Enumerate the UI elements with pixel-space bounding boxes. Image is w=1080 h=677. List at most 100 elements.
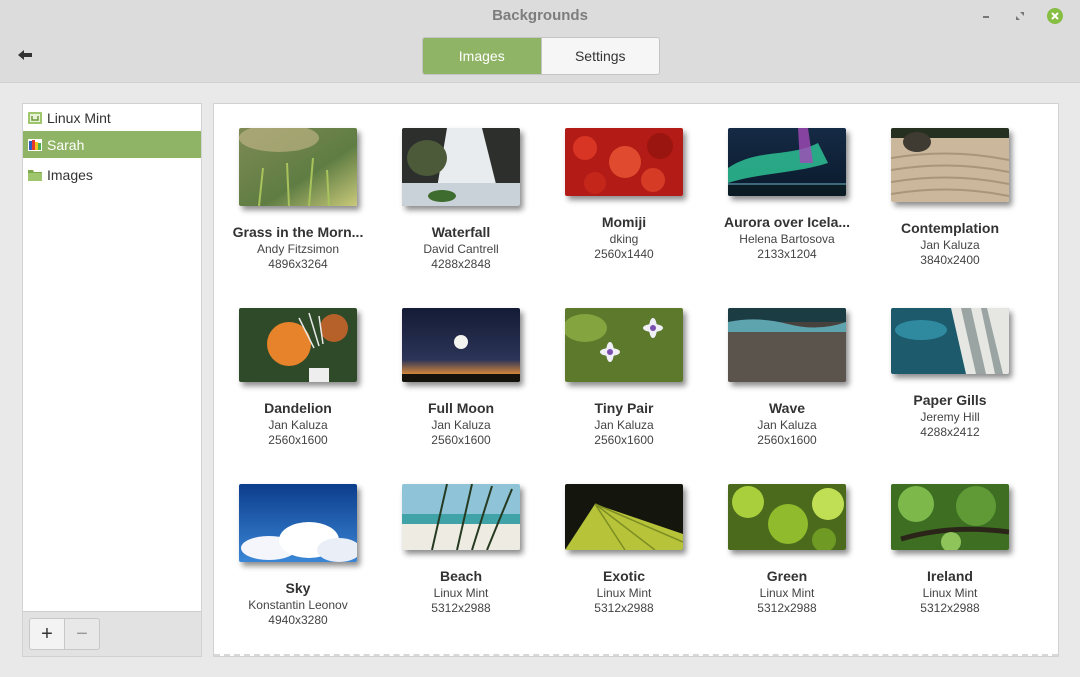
wallpaper-author: dking [609, 232, 639, 246]
image-folder-icon [28, 138, 42, 151]
wallpaper-author: Jan Kaluza [757, 418, 817, 432]
maximize-button[interactable] [1010, 6, 1030, 26]
add-folder-button[interactable]: + [29, 618, 65, 650]
wallpaper-title: Beach [439, 568, 483, 584]
wallpaper-tile-paper-gills[interactable]: Paper Gills Jeremy Hill 4288x2412 [869, 308, 1031, 439]
maximize-icon [1016, 12, 1024, 20]
wallpaper-title: Grass in the Morn... [232, 224, 364, 240]
wallpaper-resolution: 4896x3264 [268, 257, 328, 271]
wallpaper-thumbnail [239, 308, 357, 382]
close-button[interactable] [1045, 6, 1065, 26]
wallpaper-title: Green [766, 568, 808, 584]
sidebar-item-label: Images [47, 166, 93, 183]
wallpaper-thumbnail [565, 484, 683, 550]
wallpaper-resolution: 3840x2400 [920, 253, 980, 267]
wallpaper-thumbnail [728, 128, 846, 196]
sidebar-item-images[interactable]: Images [23, 161, 201, 188]
wallpaper-tile-momiji[interactable]: Momiji dking 2560x1440 [543, 128, 705, 261]
wallpaper-resolution: 4288x2848 [431, 257, 491, 271]
wallpaper-tile-contemplation[interactable]: Contemplation Jan Kaluza 3840x2400 [869, 128, 1031, 267]
wallpaper-tile-wave[interactable]: Wave Jan Kaluza 2560x1600 [706, 308, 868, 447]
wallpaper-title: Wave [768, 400, 806, 416]
wallpaper-thumbnail [728, 308, 846, 382]
minimize-button[interactable] [976, 6, 996, 26]
wallpaper-author: Andy Fitzsimon [256, 242, 340, 256]
wallpaper-title: Contemplation [901, 220, 999, 236]
wallpaper-tile-grass[interactable]: Grass in the Morn... Andy Fitzsimon 4896… [217, 128, 379, 271]
wallpaper-author: Jan Kaluza [268, 418, 328, 432]
wallpaper-thumbnail [239, 128, 357, 206]
wallpaper-resolution: 2560x1600 [268, 433, 328, 447]
back-button[interactable] [14, 44, 36, 66]
sidebar-item-label: Linux Mint [47, 109, 111, 126]
tab-images[interactable]: Images [423, 38, 541, 74]
wallpaper-title: Tiny Pair [594, 400, 654, 416]
mint-folder-icon [28, 111, 42, 124]
wallpaper-thumbnail [728, 484, 846, 550]
wallpaper-resolution: 5312x2988 [594, 601, 654, 615]
sidebar-item-linux-mint[interactable]: Linux Mint [23, 104, 201, 131]
tab-settings[interactable]: Settings [540, 38, 659, 74]
wallpaper-thumbnail [402, 128, 520, 206]
sidebar-item-sarah[interactable]: Sarah [23, 131, 201, 158]
wallpaper-author: Linux Mint [433, 586, 489, 600]
wallpaper-tile-tiny-pair[interactable]: Tiny Pair Jan Kaluza 2560x1600 [543, 308, 705, 447]
wallpaper-author: David Cantrell [423, 242, 499, 256]
wallpaper-resolution: 4940x3280 [268, 613, 328, 627]
wallpaper-resolution: 2560x1440 [594, 247, 654, 261]
gallery-bottom-edge [214, 654, 1058, 656]
wallpaper-resolution: 2560x1600 [757, 433, 817, 447]
wallpaper-thumbnail [402, 484, 520, 550]
wallpaper-thumbnail [891, 128, 1009, 202]
wallpaper-title: Sky [285, 580, 311, 596]
wallpaper-title: Momiji [601, 214, 647, 230]
wallpaper-tile-waterfall[interactable]: Waterfall David Cantrell 4288x2848 [380, 128, 542, 271]
wallpaper-tile-ireland[interactable]: Ireland Linux Mint 5312x2988 [869, 484, 1031, 615]
wallpaper-title: Full Moon [427, 400, 495, 416]
window-title: Backgrounds [492, 7, 588, 24]
remove-folder-button[interactable]: − [64, 618, 100, 650]
wallpaper-thumbnail [239, 484, 357, 562]
folder-icon [28, 169, 42, 181]
wallpaper-title: Exotic [602, 568, 645, 584]
sidebar-item-label: Sarah [47, 136, 85, 153]
wallpaper-tile-sky[interactable]: Sky Konstantin Leonov 4940x3280 [217, 484, 379, 627]
wallpaper-thumbnail [565, 308, 683, 382]
wallpaper-title: Waterfall [431, 224, 491, 240]
title-bar: Backgrounds Images Settings [0, 0, 1080, 83]
wallpaper-resolution: 2133x1204 [757, 247, 817, 261]
wallpaper-thumbnail [402, 308, 520, 382]
back-arrow-icon [18, 50, 32, 60]
wallpaper-author: Linux Mint [922, 586, 978, 600]
wallpaper-author: Jan Kaluza [594, 418, 654, 432]
wallpaper-resolution: 4288x2412 [920, 425, 980, 439]
wallpaper-author: Konstantin Leonov [248, 598, 348, 612]
wallpaper-tile-beach[interactable]: Beach Linux Mint 5312x2988 [380, 484, 542, 615]
wallpaper-thumbnail [891, 308, 1009, 374]
wallpaper-thumbnail [891, 484, 1009, 550]
wallpaper-tile-dandelion[interactable]: Dandelion Jan Kaluza 2560x1600 [217, 308, 379, 447]
wallpaper-tile-aurora[interactable]: Aurora over Icela... Helena Bartosova 21… [706, 128, 868, 261]
wallpaper-title: Ireland [927, 568, 973, 584]
wallpaper-title: Paper Gills [913, 392, 987, 408]
wallpaper-tile-green[interactable]: Green Linux Mint 5312x2988 [706, 484, 868, 615]
wallpaper-author: Jan Kaluza [431, 418, 491, 432]
wallpaper-resolution: 5312x2988 [757, 601, 817, 615]
wallpaper-author: Helena Bartosova [739, 232, 835, 246]
wallpaper-tile-exotic[interactable]: Exotic Linux Mint 5312x2988 [543, 484, 705, 615]
sidebar-toolbar: + − [23, 611, 201, 656]
wallpaper-title: Aurora over Icela... [723, 214, 851, 230]
wallpaper-author: Jan Kaluza [920, 238, 980, 252]
wallpaper-thumbnail [565, 128, 683, 196]
wallpaper-title: Dandelion [264, 400, 332, 416]
wallpaper-gallery: Grass in the Morn... Andy Fitzsimon 4896… [213, 103, 1059, 657]
minimize-icon [983, 16, 989, 18]
wallpaper-tile-full-moon[interactable]: Full Moon Jan Kaluza 2560x1600 [380, 308, 542, 447]
wallpaper-resolution: 2560x1600 [594, 433, 654, 447]
wallpaper-resolution: 2560x1600 [431, 433, 491, 447]
folder-sidebar: Linux Mint Sarah Images + − [22, 103, 202, 657]
wallpaper-author: Linux Mint [759, 586, 815, 600]
wallpaper-author: Jeremy Hill [920, 410, 980, 424]
wallpaper-author: Linux Mint [596, 586, 652, 600]
wallpaper-resolution: 5312x2988 [431, 601, 491, 615]
